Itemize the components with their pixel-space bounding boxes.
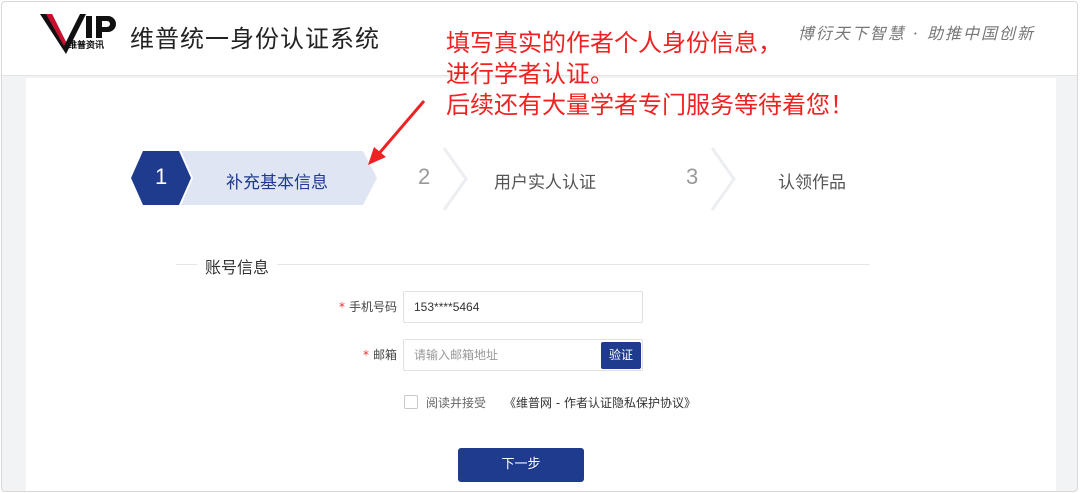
agreement-text: 阅读并接受 bbox=[426, 396, 487, 410]
system-title: 维普统一身份认证系统 bbox=[130, 25, 380, 53]
step-3-label: 认领作品 bbox=[778, 173, 846, 193]
section-title: 账号信息 bbox=[197, 254, 278, 278]
section-divider bbox=[176, 264, 870, 265]
logo-subtitle: 维普资讯 bbox=[68, 41, 105, 51]
annotation-line-2: 进行学者认证。 bbox=[446, 60, 614, 88]
red-arrow-icon bbox=[368, 100, 426, 165]
step-1-label: 补充基本信息 bbox=[226, 173, 328, 193]
next-step-button[interactable]: 下一步 bbox=[458, 448, 584, 482]
agreement-link[interactable]: 《维普网 - 作者认证隐私保护协议》 bbox=[504, 394, 696, 411]
step-3-chevron-icon bbox=[710, 147, 736, 211]
step-1-number: 1 bbox=[155, 164, 168, 189]
step-2-number: 2 bbox=[418, 164, 431, 189]
app-frame: 维普资讯 维普统一身份认证系统 博衍天下智慧 · 助推中国创新 1 补充基本信息… bbox=[1, 1, 1078, 492]
required-mark: * bbox=[362, 348, 369, 362]
agreement-checkbox[interactable] bbox=[404, 395, 418, 409]
annotation-callout: 填写真实的作者个人身份信息， 进行学者认证。 后续还有大量学者专门服务等待着您！ bbox=[446, 28, 854, 121]
annotation-line-1: 填写真实的作者个人身份信息， bbox=[446, 29, 782, 57]
verify-button[interactable]: 验证 bbox=[601, 342, 641, 369]
step-2-chevron-icon bbox=[442, 147, 468, 211]
step-2-label: 用户实人认证 bbox=[494, 173, 596, 193]
email-label-text: 邮箱 bbox=[372, 348, 397, 362]
required-mark: * bbox=[338, 300, 345, 314]
annotation-line-3: 后续还有大量学者专门服务等待着您！ bbox=[446, 91, 854, 119]
email-label: * 邮箱 bbox=[307, 346, 397, 363]
phone-field[interactable]: 153****5464 bbox=[403, 291, 643, 323]
step-3-number: 3 bbox=[686, 164, 699, 189]
phone-label-text: 手机号码 bbox=[348, 300, 397, 314]
phone-label: * 手机号码 bbox=[307, 298, 397, 315]
main-panel: 1 补充基本信息 2 用户实人认证 3 认领作品 账号信息 * 手机号码 153*… bbox=[26, 78, 1056, 491]
